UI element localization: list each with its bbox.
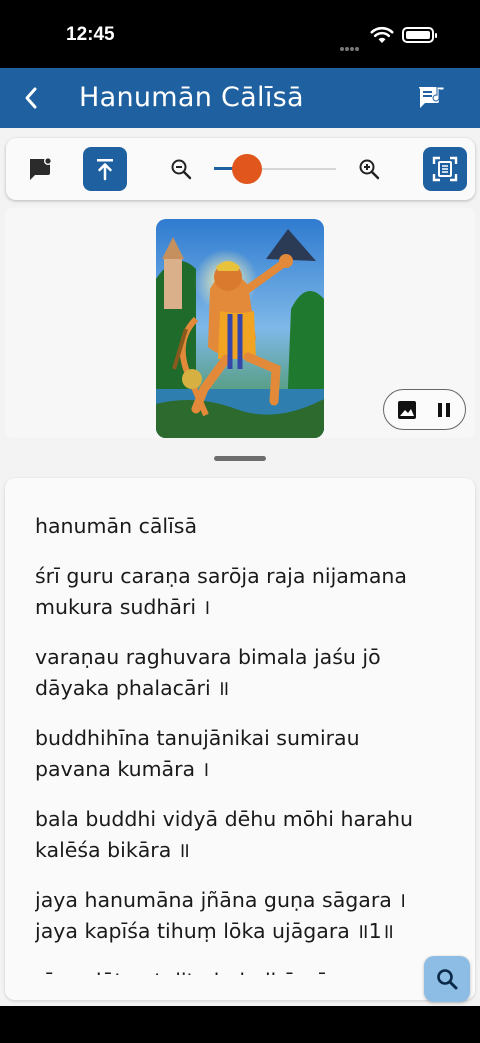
lyrics-card: hanumān cālīsā śrī guru caraṇa sarōja ra… bbox=[5, 478, 475, 1000]
system-nav-bar bbox=[0, 1006, 480, 1043]
image-icon bbox=[398, 401, 416, 419]
search-button[interactable] bbox=[424, 956, 470, 1002]
verse: buddhihīna tanujānikai sumirau pavana ku… bbox=[35, 726, 360, 781]
verse: rāmadūta atulita baladhāmā । bbox=[35, 966, 455, 975]
media-controls bbox=[383, 389, 466, 430]
image-toggle-button[interactable] bbox=[397, 400, 417, 420]
scroll-to-top-button[interactable] bbox=[83, 147, 127, 191]
lyrics-button[interactable] bbox=[414, 82, 450, 114]
zoom-in-button[interactable] bbox=[356, 154, 382, 184]
music-note-chat-icon bbox=[418, 86, 445, 108]
app-bar: Hanumān Cālīsā bbox=[0, 68, 480, 128]
drag-handle[interactable] bbox=[214, 456, 266, 461]
reader-mode-icon bbox=[432, 156, 458, 182]
zoom-out-button[interactable] bbox=[168, 154, 194, 184]
verse: bala buddhi vidyā dēhu mōhi harahu kalēś… bbox=[35, 807, 414, 862]
pause-icon bbox=[438, 403, 450, 417]
battery-icon bbox=[402, 27, 437, 43]
zoom-in-icon bbox=[359, 159, 380, 180]
image-panel bbox=[5, 208, 475, 438]
back-button[interactable] bbox=[14, 82, 48, 114]
scroll-to-top-icon bbox=[97, 159, 113, 181]
verse-title: hanumān cālīsā bbox=[35, 514, 198, 538]
slider-thumb[interactable] bbox=[232, 154, 262, 184]
cellular-signal-icon bbox=[340, 36, 364, 51]
status-time: 12:45 bbox=[66, 24, 115, 45]
reading-toolbar bbox=[6, 138, 475, 200]
zoom-out-icon bbox=[171, 159, 192, 180]
verse: jaya hanumāna jñāna guṇa sāgara । jaya k… bbox=[35, 888, 407, 943]
pause-button[interactable] bbox=[434, 400, 454, 420]
reader-mode-button[interactable] bbox=[423, 147, 467, 191]
search-icon bbox=[437, 969, 458, 990]
status-bar: 12:45 bbox=[0, 0, 480, 68]
verse: varaṇau raghuvara bimala jaśu jō dāyaka … bbox=[35, 645, 381, 700]
verses-list: hanumān cālīsā śrī guru caraṇa sarōja ra… bbox=[35, 511, 455, 975]
zoom-slider[interactable] bbox=[214, 153, 336, 185]
hanuman-image bbox=[156, 219, 324, 438]
comment-button[interactable] bbox=[22, 153, 58, 185]
page-title: Hanumān Cālīsā bbox=[79, 82, 304, 113]
wifi-icon bbox=[370, 26, 394, 43]
chevron-left-icon bbox=[25, 87, 37, 109]
verse: śrī guru caraṇa sarōja raja nijamana muk… bbox=[35, 564, 407, 619]
comment-icon bbox=[30, 157, 52, 180]
main-content: hanumān cālīsā śrī guru caraṇa sarōja ra… bbox=[0, 128, 480, 1006]
